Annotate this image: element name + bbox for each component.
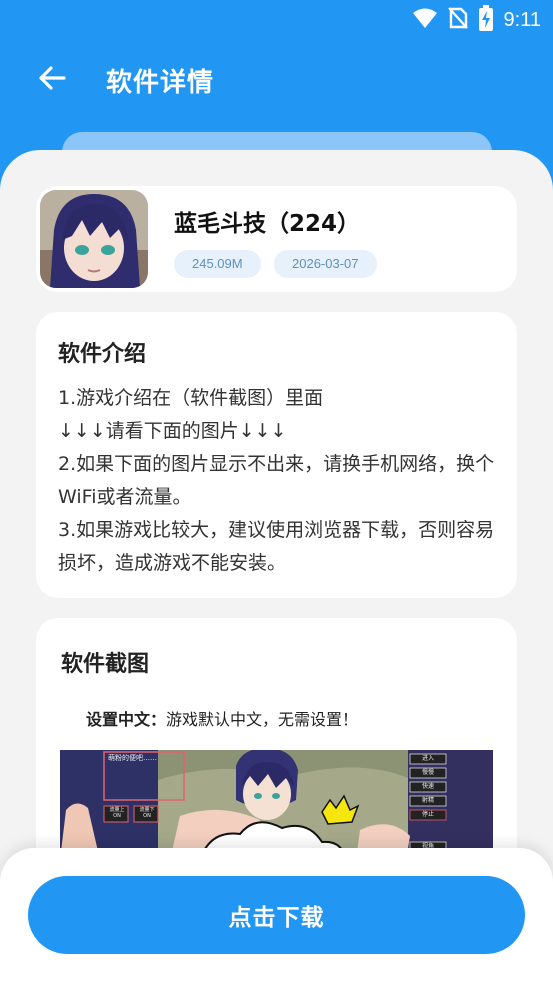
game-menu-item: 快速	[421, 783, 434, 790]
status-time: 9:11	[503, 8, 541, 31]
language-note: 设置中文：游戏默认中文，无需设置！	[86, 706, 358, 730]
wifi-icon	[412, 7, 438, 33]
app-bar: 软件详情	[0, 44, 553, 116]
intro-card: 软件介绍 1.游戏介绍在（软件截图）里面 ↓↓↓请看下面的图片↓↓↓ 2.如果下…	[36, 312, 517, 598]
intro-text: 1.游戏介绍在（软件截图）里面 ↓↓↓请看下面的图片↓↓↓ 2.如果下面的图片显…	[58, 382, 498, 580]
intro-line: ↓↓↓请看下面的图片↓↓↓	[58, 420, 287, 442]
arrow-left-icon	[38, 66, 66, 94]
page-title: 软件详情	[106, 68, 215, 98]
intro-title: 软件介绍	[58, 342, 147, 367]
game-menu-item: 进入	[421, 755, 434, 762]
no-sim-icon	[447, 6, 468, 34]
game-menu-item: 慢慢	[421, 769, 434, 776]
intro-line: 2.如果下面的图片显示不出来，请换手机网络，换个WiFi或者流量。	[58, 453, 495, 508]
file-size-badge: 245.09M	[174, 250, 261, 278]
game-screenshot[interactable]: 萌粉的便吧…… 流量上 ON 流量下 ON 进入 慢慢 快速 射精 停止 视角	[60, 750, 493, 860]
app-name: 蓝毛斗技（224）	[174, 211, 361, 237]
update-date-badge: 2026-03-07	[274, 250, 377, 278]
game-button-b: 流量下 ON	[139, 807, 155, 819]
intro-line: 3.如果游戏比较大，建议使用浏览器下载，否则容易损坏，造成游戏不能安装。	[58, 519, 495, 574]
game-button-a: 流量上 ON	[109, 807, 125, 819]
game-menu-item: 射精	[421, 797, 434, 804]
bottom-action-bar: 点击下载	[0, 848, 553, 983]
app-info-card: 蓝毛斗技（224） 245.09M 2026-03-07	[36, 186, 517, 292]
status-bar: 9:11	[0, 0, 553, 40]
back-button[interactable]	[32, 64, 72, 96]
app-icon	[40, 190, 148, 288]
download-button[interactable]: 点击下载	[28, 876, 525, 954]
battery-charging-icon	[478, 5, 494, 35]
game-dialog-text: 萌粉的便吧……	[108, 754, 157, 762]
game-menu-item: 停止	[421, 811, 434, 818]
intro-line: 1.游戏介绍在（软件截图）里面	[58, 387, 324, 409]
screenshots-title: 软件截图	[61, 652, 150, 677]
language-note-label: 设置中文：	[86, 710, 167, 729]
language-note-text: 游戏默认中文，无需设置！	[166, 710, 359, 729]
